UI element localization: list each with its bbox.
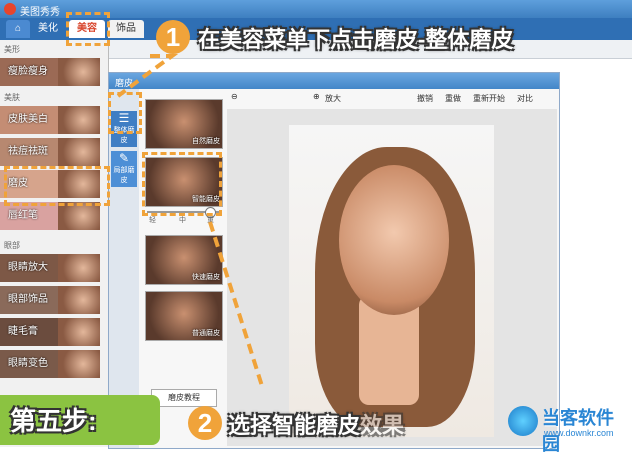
watermark: 当客软件园 www.downkr.com: [508, 404, 628, 454]
arrow-step1: [116, 54, 179, 98]
arrow-step2: [208, 221, 264, 387]
step2-caption-suffix: 效果: [360, 413, 405, 438]
step-badge-text: 第五步:: [10, 406, 97, 436]
step2-caption: 选择智能磨皮: [228, 413, 361, 438]
watermark-url: www.downkr.com: [544, 428, 614, 438]
step1-caption: 在美容菜单下点击磨皮-整体磨皮: [198, 27, 514, 52]
arrows-overlay: [116, 54, 264, 387]
step2-number: 2: [188, 406, 222, 440]
step1-number: 1: [156, 20, 190, 54]
watermark-logo-icon: [508, 406, 538, 436]
